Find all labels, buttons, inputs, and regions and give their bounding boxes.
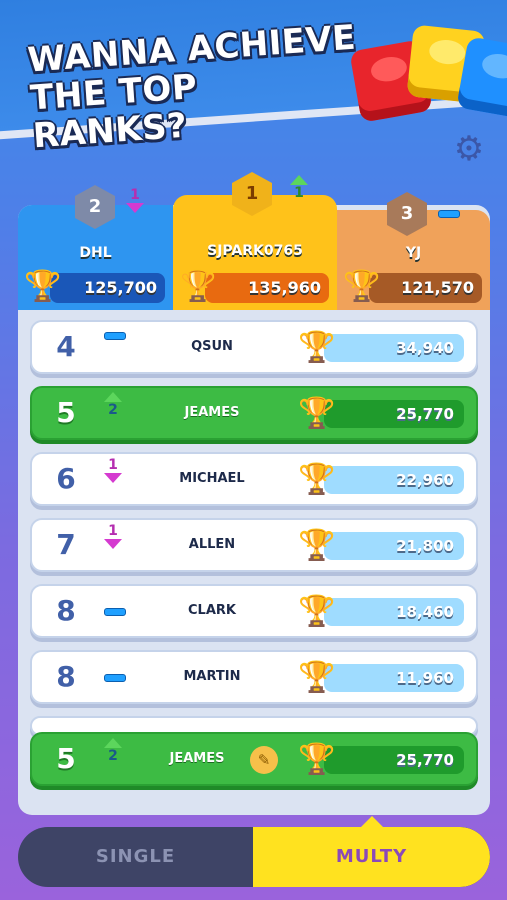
pencil-icon[interactable]: ✎ [250, 746, 278, 774]
table-row[interactable]: 4 QSUN 34,940 🏆 [30, 320, 478, 374]
arrow-up-icon [104, 738, 122, 748]
player-name: ALLEN [188, 537, 236, 552]
rank-number: 8 [56, 594, 76, 627]
rank-change [104, 608, 126, 616]
player-name: JEAMES [169, 751, 225, 766]
current-player-row[interactable]: 5 2 JEAMES ✎ 25,770 🏆 [30, 732, 478, 786]
arrow-down-icon [126, 203, 144, 213]
podium-name: SJPARK0765 [207, 243, 303, 259]
player-score: 34,940 [324, 334, 464, 362]
trophy-icon: 🏆 [298, 396, 336, 431]
rank-number: 5 [56, 396, 76, 429]
rank-change-amount: 2 [108, 402, 118, 418]
arrow-down-icon [104, 473, 122, 483]
trophy-icon: 🏆 [298, 594, 336, 629]
rank-change: 2 [104, 738, 122, 763]
rank-change-amount: 1 [108, 523, 118, 539]
rank-number: 5 [56, 742, 76, 775]
trophy-icon: 🏆 [298, 660, 336, 695]
arrow-down-icon [104, 539, 122, 549]
leaderboard-panel: DHL 125,700 🏆 SJPARK0765 135,960 🏆 YJ 12… [18, 195, 490, 815]
player-score: 21,800 [324, 532, 464, 560]
podium-score: 135,960 [205, 273, 329, 303]
player-name: QSUN [191, 339, 233, 354]
player-name: MICHAEL [179, 471, 245, 486]
no-change-icon [104, 332, 126, 340]
player-score: 11,960 [324, 664, 464, 692]
podium-name: DHL [79, 245, 112, 261]
player-name: CLARK [188, 603, 236, 618]
rank-change-amount: 1 [108, 457, 118, 473]
rank-change: 2 [104, 392, 122, 417]
rank-number: 4 [56, 330, 76, 363]
table-row[interactable]: 7 1 ALLEN 21,800 🏆 [30, 518, 478, 572]
no-change-icon [104, 608, 126, 616]
arrow-up-icon [104, 392, 122, 402]
table-row[interactable]: 8 CLARK 18,460 🏆 [30, 584, 478, 638]
player-score: 22,960 [324, 466, 464, 494]
player-score: 25,770 [324, 400, 464, 428]
podium-score: 125,700 [50, 273, 165, 303]
rank-change [104, 674, 126, 682]
player-score: 18,460 [324, 598, 464, 626]
gear-icon[interactable]: ⚙ [452, 132, 486, 166]
player-name: MARTIN [183, 669, 241, 684]
trophy-icon: 🏆 [298, 330, 336, 365]
trophy-icon: 🏆 [298, 742, 336, 777]
table-row[interactable]: 8 MARTIN 11,960 🏆 [30, 650, 478, 704]
headline-text: WANNA ACHIEVE THE TOP RANKS? [26, 18, 363, 157]
podium-name: YJ [405, 245, 422, 261]
rank-change [104, 332, 126, 340]
no-change-icon [104, 674, 126, 682]
trophy-icon: 🏆 [179, 269, 217, 304]
tab-multy[interactable]: MULTY [253, 827, 490, 887]
trophy-icon: 🏆 [343, 269, 381, 304]
player-score: 25,770 [324, 746, 464, 774]
podium-2-change: 1 [126, 188, 144, 213]
no-change-icon [438, 210, 460, 218]
table-row[interactable]: 6 1 MICHAEL 22,960 🏆 [30, 452, 478, 506]
arrow-up-icon [290, 175, 308, 185]
rank-change: 1 [104, 524, 122, 549]
rank-change-amount: 1 [294, 185, 304, 201]
podium-score: 121,570 [369, 273, 482, 303]
player-name: JEAMES [184, 405, 240, 420]
tab-single[interactable]: SINGLE [18, 827, 253, 887]
trophy-icon: 🏆 [24, 269, 62, 304]
podium-1-change: 1 [290, 175, 308, 200]
rank-change: 1 [104, 458, 122, 483]
rank-number: 8 [56, 660, 76, 693]
rank-change-amount: 2 [108, 748, 118, 764]
rank-number: 6 [56, 462, 76, 495]
podium-3-change [438, 210, 460, 218]
table-row[interactable]: 5 2 JEAMES 25,770 🏆 [30, 386, 478, 440]
trophy-icon: 🏆 [298, 462, 336, 497]
rank-change-amount: 1 [130, 187, 140, 203]
mode-tabs: SINGLE MULTY [18, 827, 490, 887]
rank-number: 7 [56, 528, 76, 561]
trophy-icon: 🏆 [298, 528, 336, 563]
